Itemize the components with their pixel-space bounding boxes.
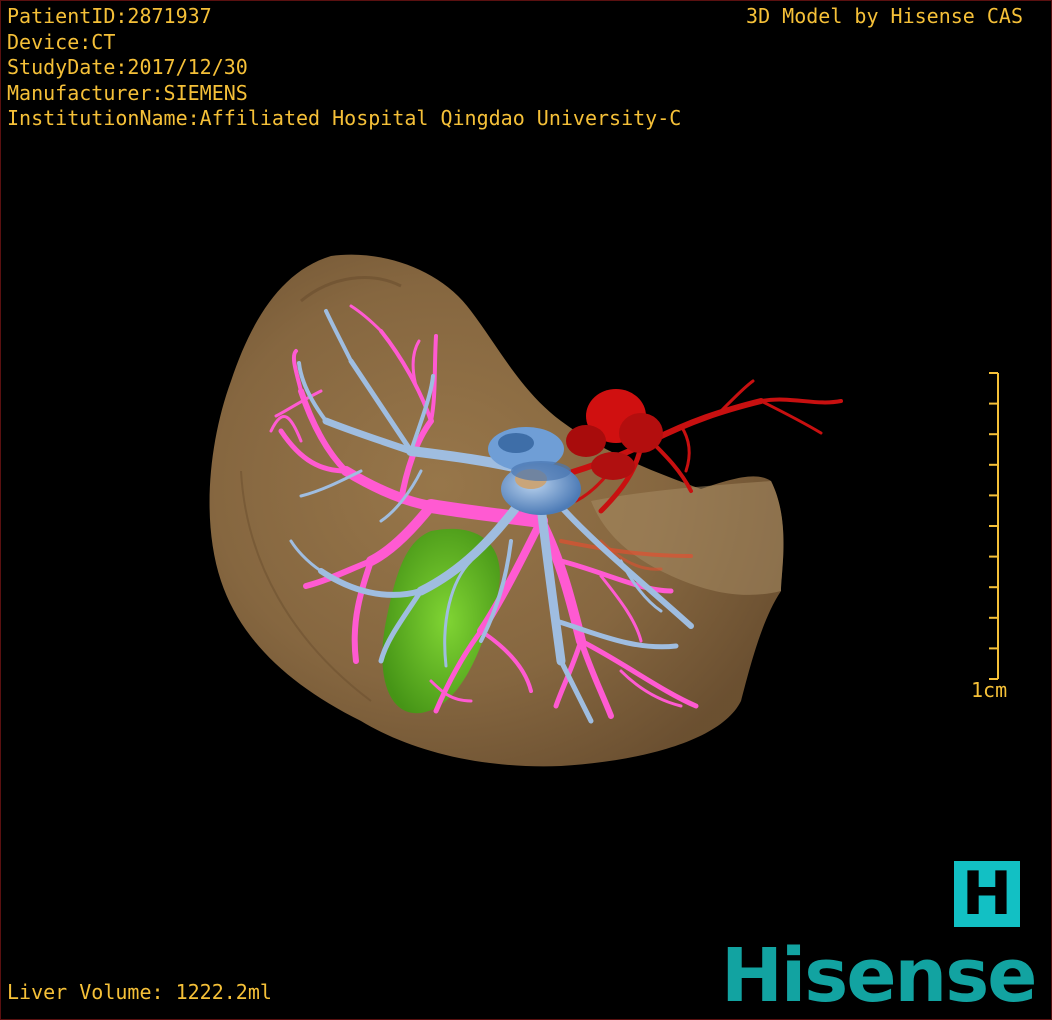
device: Device:CT — [7, 29, 116, 54]
liver-3d-model[interactable] — [1, 1, 1051, 1019]
patient-id: PatientID:2871937 — [7, 4, 212, 28]
liver-volume: Liver Volume: 1222.2ml — [7, 979, 272, 1004]
scale-bar-label: 1cm — [971, 678, 1008, 702]
scale-bar — [989, 372, 999, 680]
manufacturer: Manufacturer:SIEMENS — [7, 80, 248, 105]
model-credit: 3D Model by Hisense CAS — [746, 4, 1023, 28]
study-date: StudyDate:2017/12/30 — [7, 55, 248, 79]
patient-info-overlay: PatientID:2871937 Device:CT StudyDate:2017… — [7, 4, 681, 132]
hisense-logo-icon: H — [954, 861, 1020, 927]
logo-letter: H — [961, 859, 1013, 929]
3d-viewport[interactable]: PatientID:2871937 Device:CT StudyDate:2017… — [0, 0, 1052, 1020]
brand-name: Hisense — [721, 933, 1037, 1019]
institution-name: InstitutionName:Affiliated Hospital Qing… — [7, 106, 682, 130]
